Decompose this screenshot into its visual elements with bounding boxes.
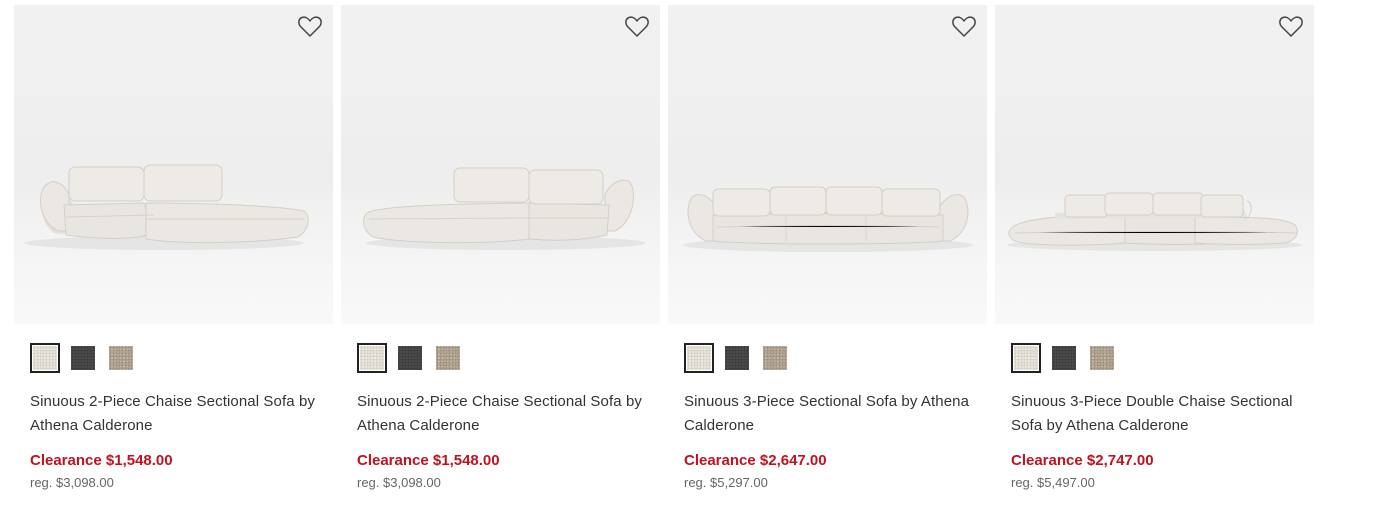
sofa-image [24,164,309,250]
swatch-ivory-chip [1014,346,1038,370]
heart-outline-icon[interactable] [624,14,650,40]
regular-price: reg. $5,497.00 [1011,475,1095,490]
product-card[interactable]: Sinuous 3-Piece Double Chaise Sectional … [995,5,1314,490]
sofa-image [363,167,646,250]
regular-price: reg. $3,098.00 [30,475,114,490]
color-swatches [30,342,333,374]
swatch-ivory-chip [687,346,711,370]
sofa-image [683,186,973,252]
swatch-ivory-chip [33,346,57,370]
swatch-taupe-chip [763,346,787,370]
heart-outline-icon[interactable] [1278,14,1304,40]
swatch-charcoal[interactable] [395,343,425,373]
product-image[interactable] [995,5,1314,324]
clearance-price: Clearance $1,548.00 [357,452,500,469]
swatch-charcoal-chip [725,346,749,370]
swatch-taupe-chip [1090,346,1114,370]
swatch-ivory[interactable] [30,343,60,373]
color-swatches [684,342,987,374]
swatch-charcoal[interactable] [68,343,98,373]
sofa-image [1007,192,1303,251]
swatch-charcoal[interactable] [1049,343,1079,373]
regular-price: reg. $5,297.00 [684,475,768,490]
product-image[interactable] [341,5,660,324]
swatch-ivory[interactable] [357,343,387,373]
swatch-charcoal-chip [71,346,95,370]
swatch-charcoal-chip [1052,346,1076,370]
product-title[interactable]: Sinuous 2-Piece Chaise Sectional Sofa by… [357,390,647,438]
swatch-taupe[interactable] [760,343,790,373]
swatch-taupe[interactable] [106,343,136,373]
product-image[interactable] [668,5,987,324]
swatch-charcoal-chip [398,346,422,370]
regular-price: reg. $3,098.00 [357,475,441,490]
swatch-taupe[interactable] [433,343,463,373]
product-title[interactable]: Sinuous 3-Piece Sectional Sofa by Athena… [684,390,974,438]
color-swatches [1011,342,1314,374]
swatch-taupe-chip [109,346,133,370]
product-card[interactable]: Sinuous 2-Piece Chaise Sectional Sofa by… [341,5,660,490]
product-image[interactable] [14,5,333,324]
clearance-price: Clearance $2,747.00 [1011,452,1154,469]
clearance-price: Clearance $2,647.00 [684,452,827,469]
heart-outline-icon[interactable] [951,14,977,40]
product-grid: Sinuous 2-Piece Chaise Sectional Sofa by… [14,5,1314,490]
color-swatches [357,342,660,374]
swatch-taupe[interactable] [1087,343,1117,373]
product-title[interactable]: Sinuous 2-Piece Chaise Sectional Sofa by… [30,390,320,438]
swatch-ivory[interactable] [1011,343,1041,373]
swatch-ivory[interactable] [684,343,714,373]
swatch-ivory-chip [360,346,384,370]
product-title[interactable]: Sinuous 3-Piece Double Chaise Sectional … [1011,390,1301,438]
swatch-charcoal[interactable] [722,343,752,373]
swatch-taupe-chip [436,346,460,370]
clearance-price: Clearance $1,548.00 [30,452,173,469]
product-card[interactable]: Sinuous 2-Piece Chaise Sectional Sofa by… [14,5,333,490]
product-card[interactable]: Sinuous 3-Piece Sectional Sofa by Athena… [668,5,987,490]
heart-outline-icon[interactable] [297,14,323,40]
